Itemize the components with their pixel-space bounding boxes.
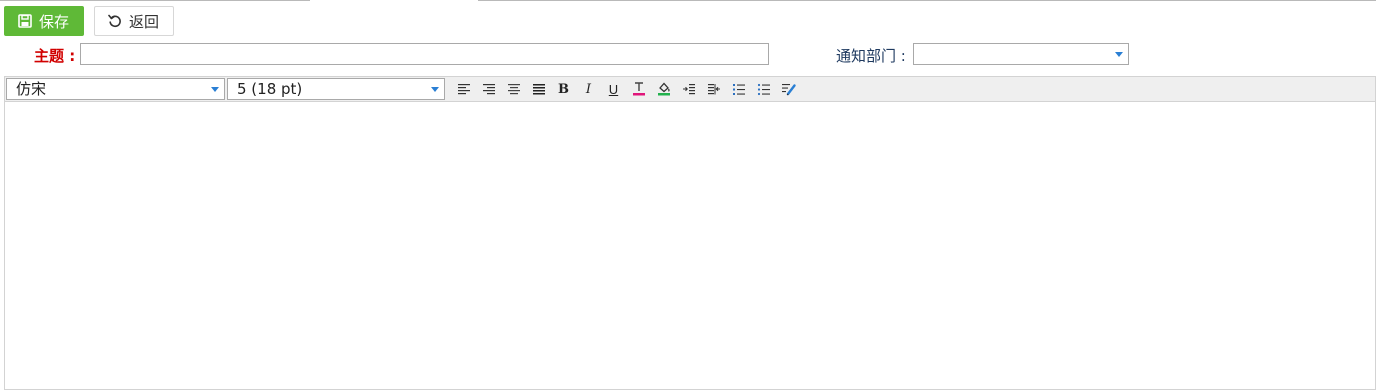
top-line-left — [0, 0, 310, 1]
save-button-label: 保存 — [39, 12, 70, 31]
outdent-icon — [707, 84, 720, 95]
subject-label: 主题 : — [34, 47, 76, 65]
save-icon — [17, 13, 33, 29]
align-center-button[interactable] — [501, 78, 526, 100]
bold-icon: B — [558, 81, 569, 97]
align-center-icon — [507, 84, 520, 95]
highlight-color-icon — [657, 82, 670, 96]
font-family-select[interactable]: 仿宋 — [6, 78, 225, 100]
highlight-color-button[interactable] — [651, 78, 676, 100]
align-justify-button[interactable] — [526, 78, 551, 100]
text-color-button[interactable] — [626, 78, 651, 100]
align-justify-icon — [532, 84, 545, 95]
editor-content-area[interactable] — [5, 102, 1375, 389]
align-right-button[interactable] — [476, 78, 501, 100]
align-left-button[interactable] — [451, 78, 476, 100]
action-toolbar: 保存 返回 — [4, 6, 174, 36]
font-size-value: 5 (18 pt) — [237, 80, 303, 98]
align-right-icon — [482, 84, 495, 95]
notify-department-select[interactable] — [913, 43, 1129, 65]
ordered-list-button[interactable] — [726, 78, 751, 100]
back-button-label: 返回 — [129, 12, 160, 31]
unordered-list-button[interactable] — [751, 78, 776, 100]
text-color-icon — [632, 82, 645, 96]
italic-button[interactable]: I — [576, 78, 601, 100]
chevron-down-icon — [211, 87, 219, 92]
font-size-select[interactable]: 5 (18 pt) — [227, 78, 445, 100]
underline-button[interactable]: U — [601, 78, 626, 100]
underline-icon: U — [608, 81, 619, 97]
subject-input[interactable] — [80, 43, 769, 65]
indent-button[interactable] — [676, 78, 701, 100]
form-row: 主题 : 通知部门 : — [0, 43, 1376, 67]
align-left-icon — [457, 84, 470, 95]
undo-icon — [107, 13, 123, 29]
save-button[interactable]: 保存 — [4, 6, 84, 36]
outdent-button[interactable] — [701, 78, 726, 100]
font-family-value: 仿宋 — [16, 80, 47, 98]
back-button[interactable]: 返回 — [94, 6, 174, 36]
bold-button[interactable]: B — [551, 78, 576, 100]
rich-text-editor: 仿宋 5 (18 pt) B I U — [4, 76, 1376, 390]
chevron-down-icon — [1115, 52, 1123, 57]
unordered-list-icon — [757, 83, 770, 95]
italic-icon: I — [585, 81, 592, 97]
notify-department-label: 通知部门 : — [836, 47, 906, 65]
top-tab-lines — [0, 0, 1376, 2]
remove-format-button[interactable] — [776, 78, 801, 100]
editor-toolbar: 仿宋 5 (18 pt) B I U — [5, 77, 1375, 102]
remove-format-icon — [781, 84, 796, 96]
format-buttons: B I U — [451, 78, 801, 100]
top-line-right — [478, 0, 1376, 1]
indent-icon — [682, 84, 695, 95]
ordered-list-icon — [732, 83, 745, 95]
chevron-down-icon — [431, 87, 439, 92]
